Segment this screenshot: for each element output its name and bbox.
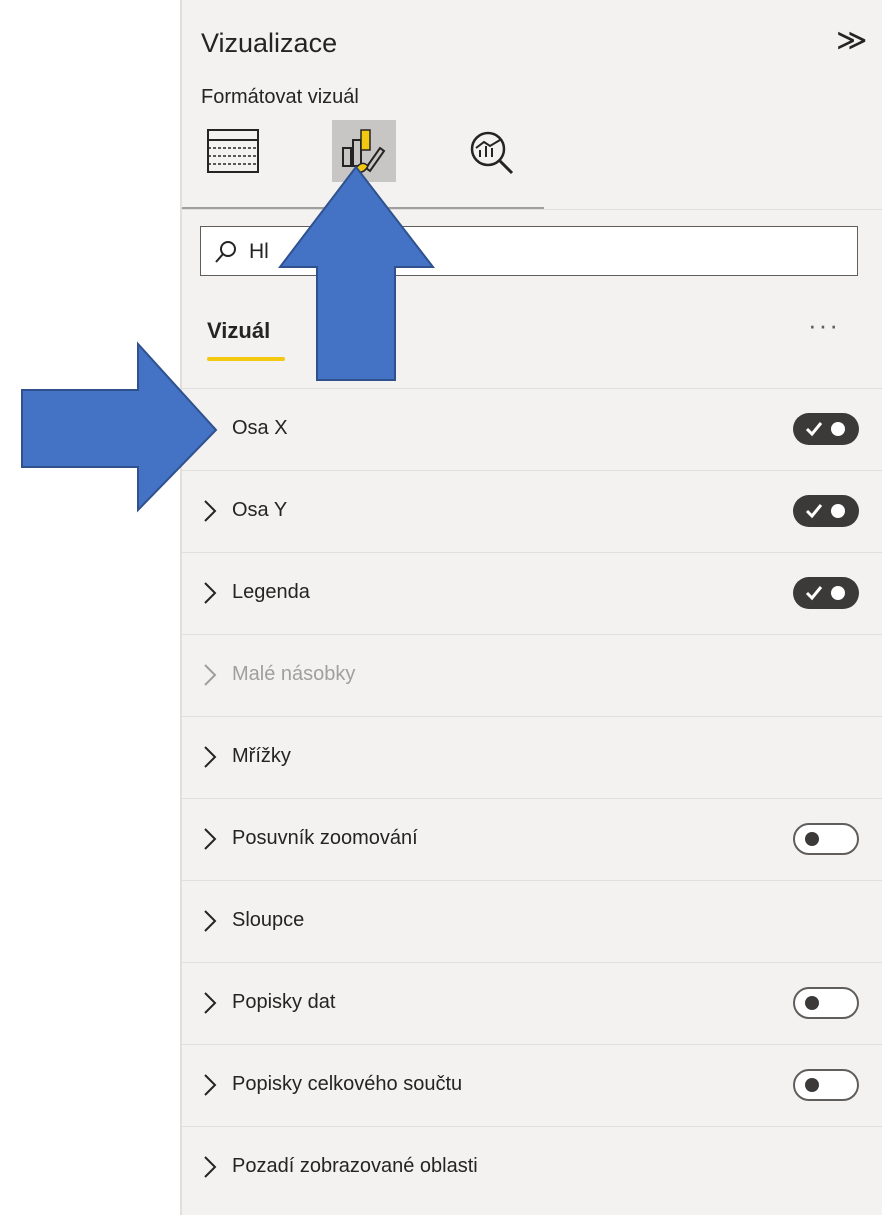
format-section-row[interactable]: Pozadí zobrazované oblasti — [182, 1126, 882, 1208]
section-toggle-off[interactable] — [793, 823, 859, 855]
checkmark-icon — [805, 422, 823, 437]
section-toggle-off[interactable] — [793, 1069, 859, 1101]
format-section-row[interactable]: Posuvník zoomování — [182, 798, 882, 880]
chevron-right-icon — [204, 418, 217, 440]
section-label: Legenda — [232, 581, 310, 603]
section-label: Osa X — [232, 417, 288, 439]
chevron-right-icon — [204, 746, 217, 768]
toggle-knob — [831, 422, 845, 436]
format-section-row[interactable]: Popisky dat — [182, 962, 882, 1044]
format-section-row[interactable]: Sloupce — [182, 880, 882, 962]
pane-header: Vizualizace ≫ Formátovat vizuál — [182, 0, 882, 210]
build-visual-icon — [207, 129, 259, 173]
format-visual-button[interactable] — [332, 120, 396, 182]
checkmark-icon — [805, 504, 823, 519]
section-label: Mřížky — [232, 745, 291, 767]
format-section-row[interactable]: Legenda — [182, 552, 882, 634]
toggle-knob — [805, 1078, 819, 1092]
analytics-button[interactable] — [460, 120, 524, 182]
pane-title: Vizualizace — [201, 28, 338, 58]
section-label: Pozadí zobrazované oblasti — [232, 1155, 478, 1177]
section-label: Posuvník zoomování — [232, 827, 418, 849]
format-section-row[interactable]: Popisky celkového součtu — [182, 1044, 882, 1126]
tab-visual[interactable]: Vizuál — [207, 318, 270, 344]
section-toggle-on[interactable] — [793, 413, 859, 445]
section-label: Sloupce — [232, 909, 305, 931]
chevron-right-icon — [204, 910, 217, 932]
section-label: Malé násobky — [232, 663, 356, 685]
chevron-right-icon — [204, 500, 217, 522]
toggle-knob — [805, 832, 819, 846]
more-options-button[interactable]: ··· — [808, 310, 840, 341]
format-section-row[interactable]: Osa Y — [182, 470, 882, 552]
header-divider — [182, 209, 882, 210]
section-toggle-off[interactable] — [793, 987, 859, 1019]
visualizations-pane: Vizualizace ≫ Formátovat vizuál Hl Vizuá… — [180, 0, 882, 1215]
tab-general[interactable]: é — [372, 318, 384, 344]
search-input[interactable] — [247, 235, 851, 269]
chevron-right-icon — [204, 1074, 217, 1096]
collapse-pane-icon[interactable]: ≫ — [836, 26, 867, 56]
format-section-row[interactable]: Mřížky — [182, 716, 882, 798]
section-label: Osa Y — [232, 499, 288, 521]
chevron-right-icon — [204, 828, 217, 850]
toggle-knob — [831, 504, 845, 518]
format-section-row[interactable]: Osa X — [182, 388, 882, 470]
section-toggle-on[interactable] — [793, 495, 859, 527]
toggle-knob — [831, 586, 845, 600]
section-label: Popisky celkového součtu — [232, 1073, 463, 1095]
active-tab-underline — [207, 357, 285, 361]
chevron-right-icon — [204, 582, 217, 604]
section-label: Popisky dat — [232, 991, 336, 1013]
section-toggle-on[interactable] — [793, 577, 859, 609]
analytics-icon — [470, 131, 514, 175]
pane-subtitle: Formátovat vizuál — [201, 86, 359, 108]
checkmark-icon — [805, 586, 823, 601]
search-icon — [215, 241, 236, 263]
build-visual-button[interactable] — [202, 120, 266, 182]
format-visual-icon — [342, 129, 386, 174]
toggle-knob — [805, 996, 819, 1010]
format-section-row[interactable]: Malé násobky — [182, 634, 882, 716]
search-box[interactable] — [200, 226, 858, 276]
chevron-right-icon — [204, 992, 217, 1014]
chevron-right-icon — [204, 1156, 217, 1178]
chevron-right-icon — [204, 664, 217, 686]
